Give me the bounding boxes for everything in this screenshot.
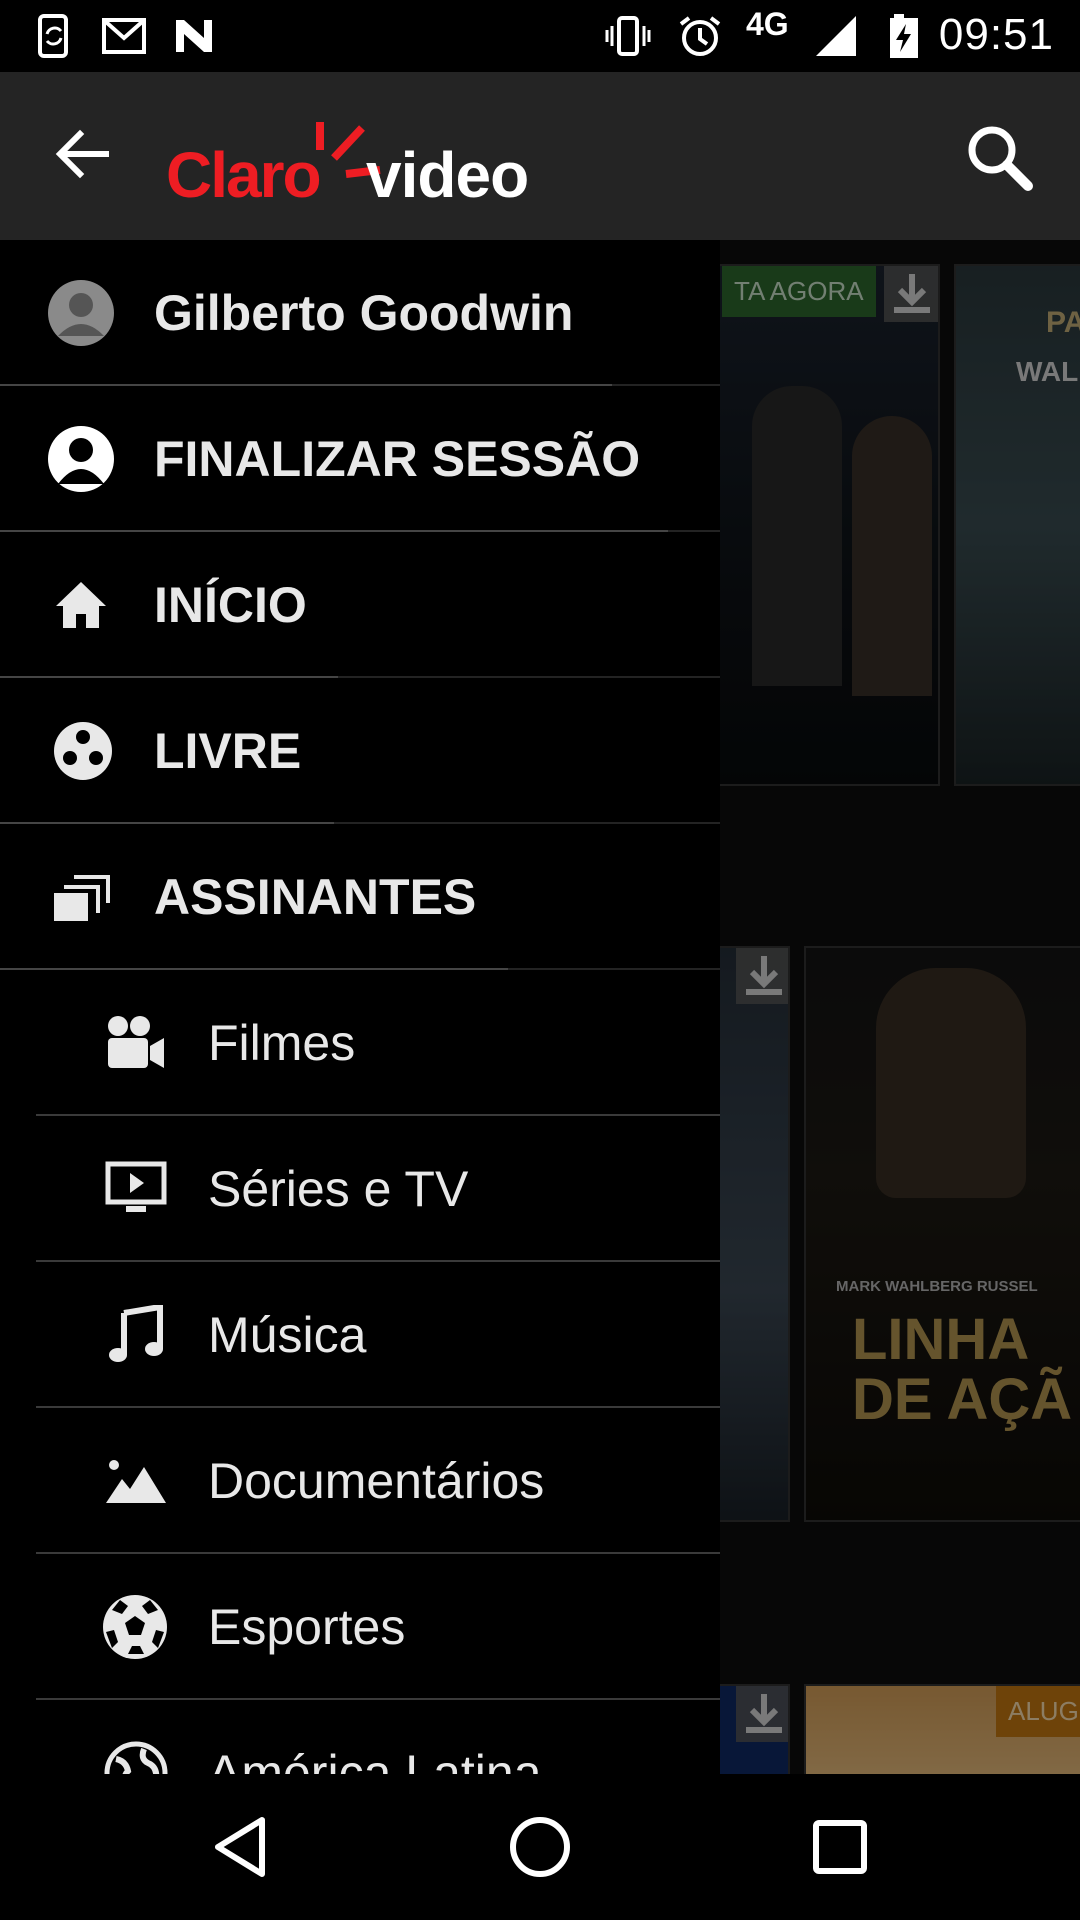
sync-phone-icon xyxy=(38,14,68,58)
soccer-ball-icon xyxy=(103,1595,167,1659)
nav-recents-icon[interactable] xyxy=(795,1802,885,1892)
search-icon[interactable] xyxy=(962,120,1038,196)
submenu-item-america-latina[interactable]: América Latina xyxy=(0,1700,720,1774)
avatar-icon xyxy=(48,280,114,346)
nav-back-icon[interactable] xyxy=(196,1802,286,1892)
menu-item-label: ASSINANTES xyxy=(154,869,477,925)
tv-play-icon xyxy=(105,1161,167,1212)
vibrate-icon xyxy=(605,16,651,56)
logo-video: video xyxy=(366,139,529,211)
music-note-icon xyxy=(109,1305,163,1362)
logo-claro: Claro xyxy=(166,139,322,211)
stacked-windows-icon xyxy=(54,875,110,921)
user-name: Gilberto Goodwin xyxy=(154,285,574,341)
system-nav-bar xyxy=(0,1774,1080,1920)
submenu-item-series-tv[interactable]: Séries e TV xyxy=(0,1116,720,1262)
landscape-icon xyxy=(106,1460,166,1503)
status-bar: 4G 09:51 xyxy=(0,0,1080,72)
submenu-item-label: Documentários xyxy=(208,1453,545,1509)
gmail-icon xyxy=(102,18,146,54)
home-icon xyxy=(56,582,106,628)
menu-item-label: LIVRE xyxy=(154,723,302,779)
arrow-back-icon[interactable] xyxy=(46,118,118,190)
network-type: 4G xyxy=(746,6,789,42)
submenu-item-documentarios[interactable]: Documentários xyxy=(0,1408,720,1554)
user-circle-icon xyxy=(48,426,114,492)
film-reel-icon xyxy=(54,722,112,780)
submenu-item-filmes[interactable]: Filmes xyxy=(0,970,720,1116)
signal-icon xyxy=(816,16,856,56)
submenu-item-esportes[interactable]: Esportes xyxy=(0,1554,720,1700)
logout-item[interactable]: FINALIZAR SESSÃO xyxy=(0,386,720,532)
submenu-item-musica[interactable]: Música xyxy=(0,1262,720,1408)
menu-item-inicio[interactable]: INÍCIO xyxy=(0,532,720,678)
menu-item-assinantes[interactable]: ASSINANTES xyxy=(0,824,720,970)
nav-home-icon[interactable] xyxy=(495,1802,585,1892)
user-profile-row[interactable]: Gilberto Goodwin xyxy=(0,240,720,386)
globe-icon xyxy=(104,1741,168,1774)
menu-item-livre[interactable]: LIVRE xyxy=(0,678,720,824)
submenu-item-label: Esportes xyxy=(208,1599,406,1655)
clock: 09:51 xyxy=(938,10,1054,59)
movie-camera-icon xyxy=(108,1016,164,1068)
submenu-item-label: Música xyxy=(208,1307,367,1363)
battery-charging-icon xyxy=(890,14,918,58)
submenu-item-label: Filmes xyxy=(208,1015,356,1071)
submenu-item-label: América Latina xyxy=(208,1745,542,1774)
app-bar: Claro video xyxy=(0,72,1080,240)
alarm-icon xyxy=(679,16,721,56)
navigation-drawer: Gilberto Goodwin FINALIZAR SESSÃO INÍCIO… xyxy=(0,240,720,1774)
logout-label: FINALIZAR SESSÃO xyxy=(154,431,641,487)
claro-video-logo: Claro video xyxy=(166,118,546,228)
nfc-icon xyxy=(176,20,212,52)
menu-item-label: INÍCIO xyxy=(154,577,307,633)
submenu-item-label: Séries e TV xyxy=(208,1161,469,1217)
